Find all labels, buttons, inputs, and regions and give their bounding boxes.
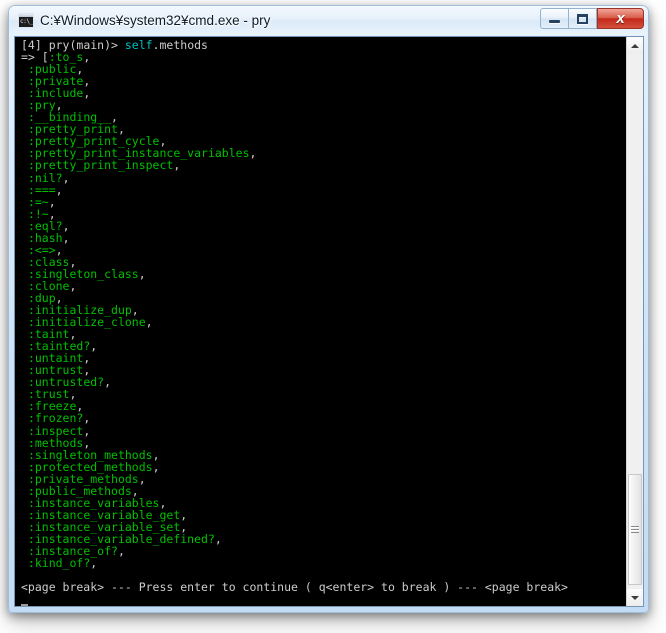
symbol-line: :untrusted?, (21, 376, 627, 388)
symbol-line: :nil?, (21, 170, 627, 185)
symbol-line: :=~, (21, 196, 627, 208)
prompt-receiver: self (124, 38, 153, 52)
icon-prompt-glyph: c:\_ (20, 18, 33, 25)
screenshot-root: c:\_ C:¥Windows¥system32¥cmd.exe - pry x… (0, 0, 666, 633)
symbol-separator: , (104, 375, 112, 390)
symbol-line: :trust, (21, 388, 627, 400)
symbol-separator: , (62, 230, 70, 245)
symbol-line: :hash, (21, 232, 627, 244)
scroll-grip-icon (631, 526, 639, 533)
symbol-line: :instance_of?, (21, 545, 627, 557)
symbol-separator: , (69, 278, 77, 293)
window-titlebar[interactable]: c:\_ C:¥Windows¥system32¥cmd.exe - pry x (9, 6, 648, 35)
symbol-separator: , (152, 459, 160, 474)
symbol-line: :<=>, (21, 244, 627, 256)
cmd-console-icon: c:\_ (18, 13, 34, 28)
symbol-line: :taint, (21, 328, 627, 340)
chevron-down-icon (631, 595, 639, 600)
symbol-line: :initialize_clone, (21, 316, 627, 328)
symbol-indent (21, 556, 28, 570)
symbol-separator: , (83, 86, 91, 101)
symbol-line: :untaint, (21, 352, 627, 364)
page-break-text: <page break> --- Press enter to continue… (21, 580, 568, 595)
console-client-area: [4] pry(main)> self.methods => [:to_s, :p… (14, 36, 644, 607)
symbol-line: :clone, (21, 280, 627, 292)
symbol-line: :freeze, (21, 400, 627, 412)
symbol-line: :singleton_class, (21, 268, 627, 280)
scroll-thumb[interactable] (628, 474, 642, 585)
prompt-line: [4] pry(main)> self.methods (21, 39, 627, 51)
symbol-line: :untrust, (21, 364, 627, 376)
page-break-line: <page break> --- Press enter to continue… (21, 581, 627, 593)
symbol-separator: , (249, 146, 257, 161)
symbol-line: :pretty_print_inspect, (21, 159, 627, 171)
close-button[interactable]: x (597, 8, 644, 29)
minimize-icon (549, 19, 560, 23)
symbol-separator: , (173, 158, 181, 173)
maximize-icon (577, 13, 588, 24)
symbol-line: :inspect, (21, 424, 627, 437)
symbol-line: :public, (21, 63, 627, 75)
vertical-scrollbar[interactable] (626, 37, 643, 606)
symbol-separator: , (55, 182, 63, 197)
minimize-button[interactable] (540, 8, 569, 29)
scroll-down-button[interactable] (627, 589, 643, 606)
caption-buttons: x (540, 8, 644, 29)
symbol-separator: , (117, 543, 125, 558)
chevron-up-icon (631, 43, 639, 48)
symbol-line: :!~, (21, 208, 627, 220)
symbol-separator: , (90, 556, 98, 571)
symbol-line: :private, (21, 75, 627, 87)
symbol-separator: , (90, 339, 98, 354)
symbol-separator: , (214, 531, 222, 546)
prompt-message: .methods (152, 38, 208, 52)
symbol-token: :kind_of? (27, 556, 91, 571)
symbol-separator: , (83, 50, 91, 65)
symbol-line: :===, (21, 184, 627, 196)
maximize-button[interactable] (568, 8, 597, 29)
result-first-line: => [:to_s, (21, 51, 627, 63)
symbol-separator: , (62, 170, 70, 185)
symbol-line: :eql?, (21, 220, 627, 232)
symbol-separator: , (138, 266, 146, 281)
window-title: C:¥Windows¥system32¥cmd.exe - pry (40, 13, 271, 28)
symbol-line: :include, (21, 87, 627, 99)
scroll-up-button[interactable] (627, 37, 643, 54)
cmd-window: c:\_ C:¥Windows¥system32¥cmd.exe - pry x… (8, 5, 649, 613)
symbol-line: :tainted?, (21, 340, 627, 352)
symbol-line: :kind_of?, (21, 557, 627, 569)
console-output[interactable]: [4] pry(main)> self.methods => [:to_s, :p… (15, 37, 627, 606)
icon-titlebar-stripe (19, 14, 33, 17)
close-icon: x (616, 10, 625, 27)
symbol-separator: , (138, 471, 146, 486)
symbol-line: :frozen?, (21, 412, 627, 424)
symbol-separator: , (145, 315, 153, 330)
text-cursor (21, 604, 28, 606)
